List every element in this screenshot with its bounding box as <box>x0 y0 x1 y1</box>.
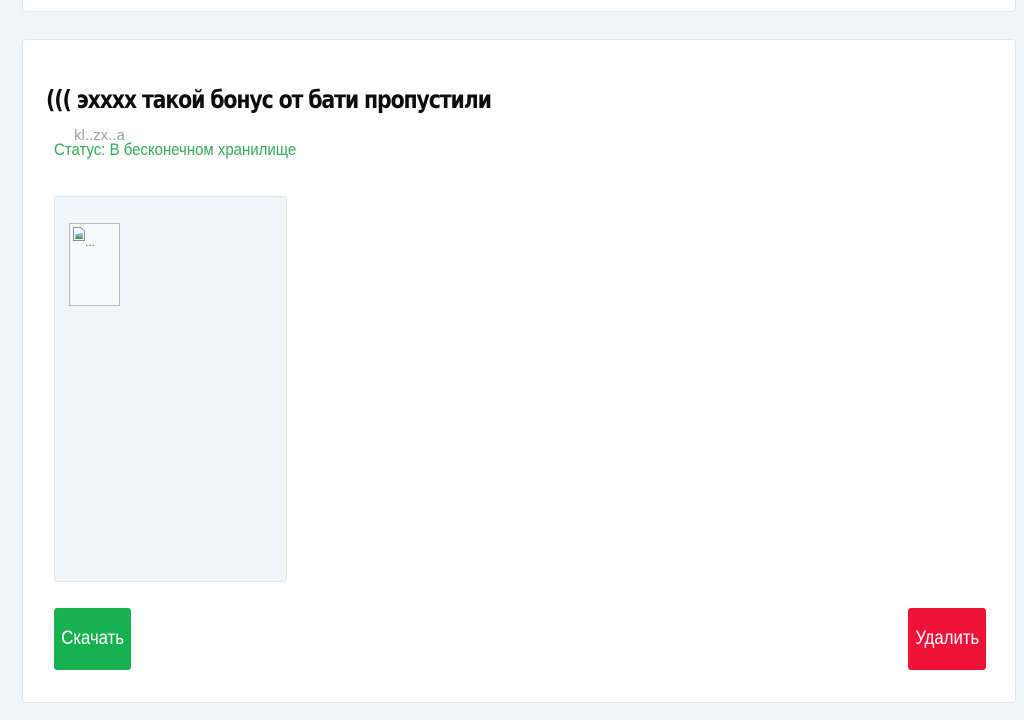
delete-button[interactable]: Удалить <box>908 608 986 670</box>
preview-image[interactable]: ... <box>69 223 120 306</box>
delete-button-label: Удалить <box>915 628 979 649</box>
broken-image-icon <box>73 227 85 241</box>
previous-file-card <box>22 0 1016 12</box>
preview-image-alt: ... <box>85 235 96 249</box>
download-button[interactable]: Скачать <box>54 608 131 670</box>
file-card: kl..zx..a ((( эхххх такой бонус от бати … <box>22 39 1016 703</box>
file-title: ((( эхххх такой бонус от бати пропустили <box>46 85 492 114</box>
file-title-wrapper: kl..zx..a ((( эхххх такой бонус от бати … <box>46 78 588 144</box>
file-name-fragment: kl..zx..a <box>74 127 125 144</box>
file-preview[interactable]: ... <box>54 196 287 582</box>
download-button-label: Скачать <box>61 628 124 649</box>
